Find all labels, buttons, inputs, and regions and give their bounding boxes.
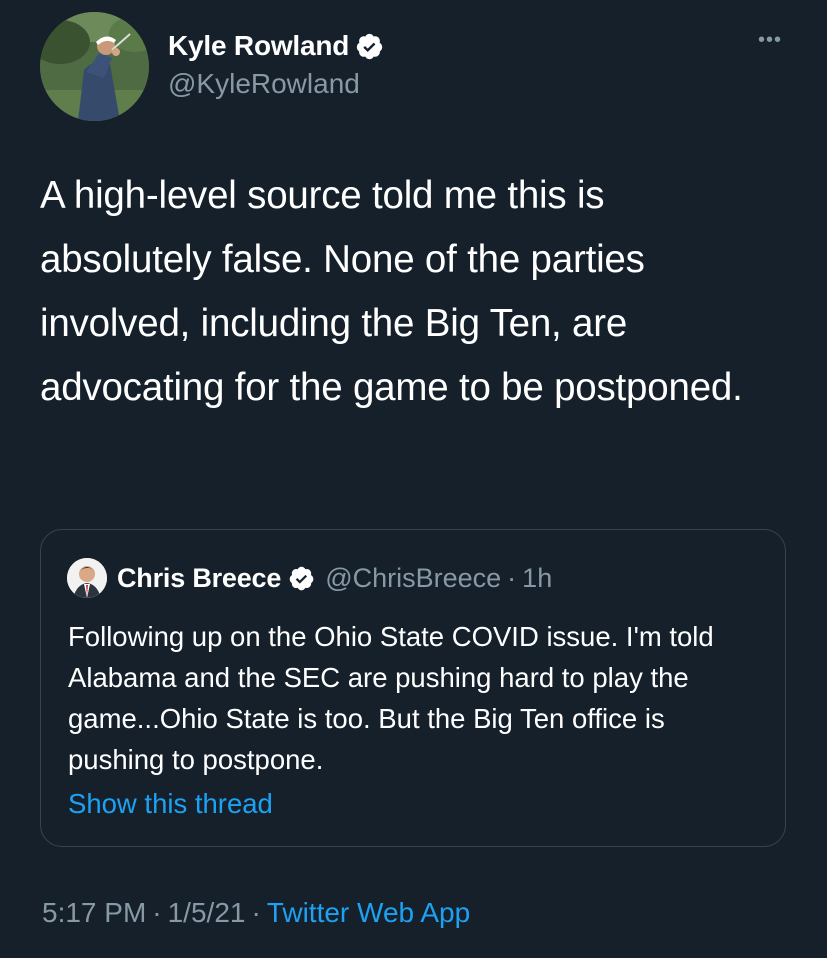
- author-info: Kyle Rowland @KyleRowland: [168, 29, 384, 100]
- quoted-author-display-name[interactable]: Chris Breece: [117, 563, 281, 594]
- author-handle[interactable]: @KyleRowland: [168, 68, 384, 100]
- meta-separator: ·: [152, 897, 162, 928]
- author-avatar[interactable]: [40, 12, 149, 121]
- meta-separator: ·: [251, 897, 261, 928]
- quoted-avatar-image: [67, 558, 107, 598]
- quoted-tweet-time[interactable]: 1h: [522, 563, 552, 594]
- tweet-metadata: 5:17 PM · 1/5/21 · Twitter Web App: [42, 897, 470, 929]
- more-options-icon[interactable]: •••: [758, 30, 782, 50]
- tweet-source-link[interactable]: Twitter Web App: [267, 897, 470, 928]
- quoted-author-avatar: [67, 558, 107, 598]
- quoted-tweet-header: Chris Breece @ChrisBreece · 1h: [67, 558, 552, 598]
- tweet-date[interactable]: 1/5/21: [168, 897, 246, 928]
- verified-badge-icon: [356, 33, 383, 59]
- quoted-author-handle[interactable]: @ChrisBreece: [325, 563, 501, 594]
- author-display-name[interactable]: Kyle Rowland: [168, 30, 349, 62]
- tweet-time[interactable]: 5:17 PM: [42, 897, 146, 928]
- quoted-tweet-card[interactable]: Chris Breece @ChrisBreece · 1h Following…: [40, 529, 786, 847]
- show-thread-link[interactable]: Show this thread: [68, 788, 273, 820]
- tweet-body-text: A high-level source told me this is abso…: [40, 174, 743, 409]
- tweet-header: Kyle Rowland @KyleRowland •••: [40, 12, 790, 122]
- quoted-tweet-text: Following up on the Ohio State COVID iss…: [68, 621, 714, 775]
- golfer-avatar-image: [40, 12, 149, 121]
- author-name-row: Kyle Rowland: [168, 29, 384, 63]
- verified-badge-icon: [289, 566, 314, 590]
- quoted-time-separator: ·: [507, 562, 517, 593]
